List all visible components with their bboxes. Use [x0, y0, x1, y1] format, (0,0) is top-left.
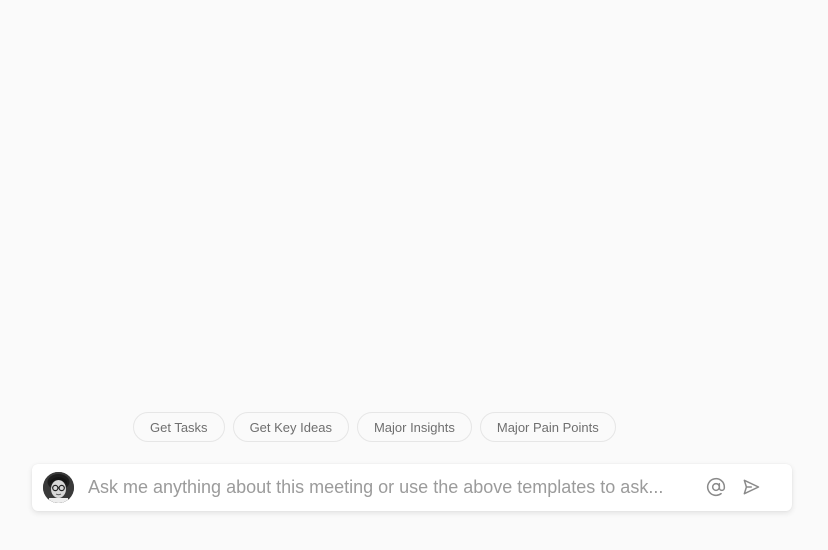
- avatar-image: [43, 472, 74, 503]
- template-chip-get-tasks[interactable]: Get Tasks: [133, 412, 225, 442]
- chat-input-bar: [32, 464, 792, 511]
- user-avatar: [43, 472, 74, 503]
- at-sign-icon[interactable]: [705, 476, 727, 498]
- meeting-chat-panel: Get Tasks Get Key Ideas Major Insights M…: [0, 0, 828, 550]
- send-icon[interactable]: [740, 476, 762, 498]
- template-chip-major-pain-points[interactable]: Major Pain Points: [479, 412, 616, 442]
- template-chip-major-insights[interactable]: Major Insights: [356, 412, 472, 442]
- chat-input[interactable]: [88, 472, 688, 503]
- template-chip-get-key-ideas[interactable]: Get Key Ideas: [232, 412, 349, 442]
- template-chips: Get Tasks Get Key Ideas Major Insights M…: [133, 412, 616, 442]
